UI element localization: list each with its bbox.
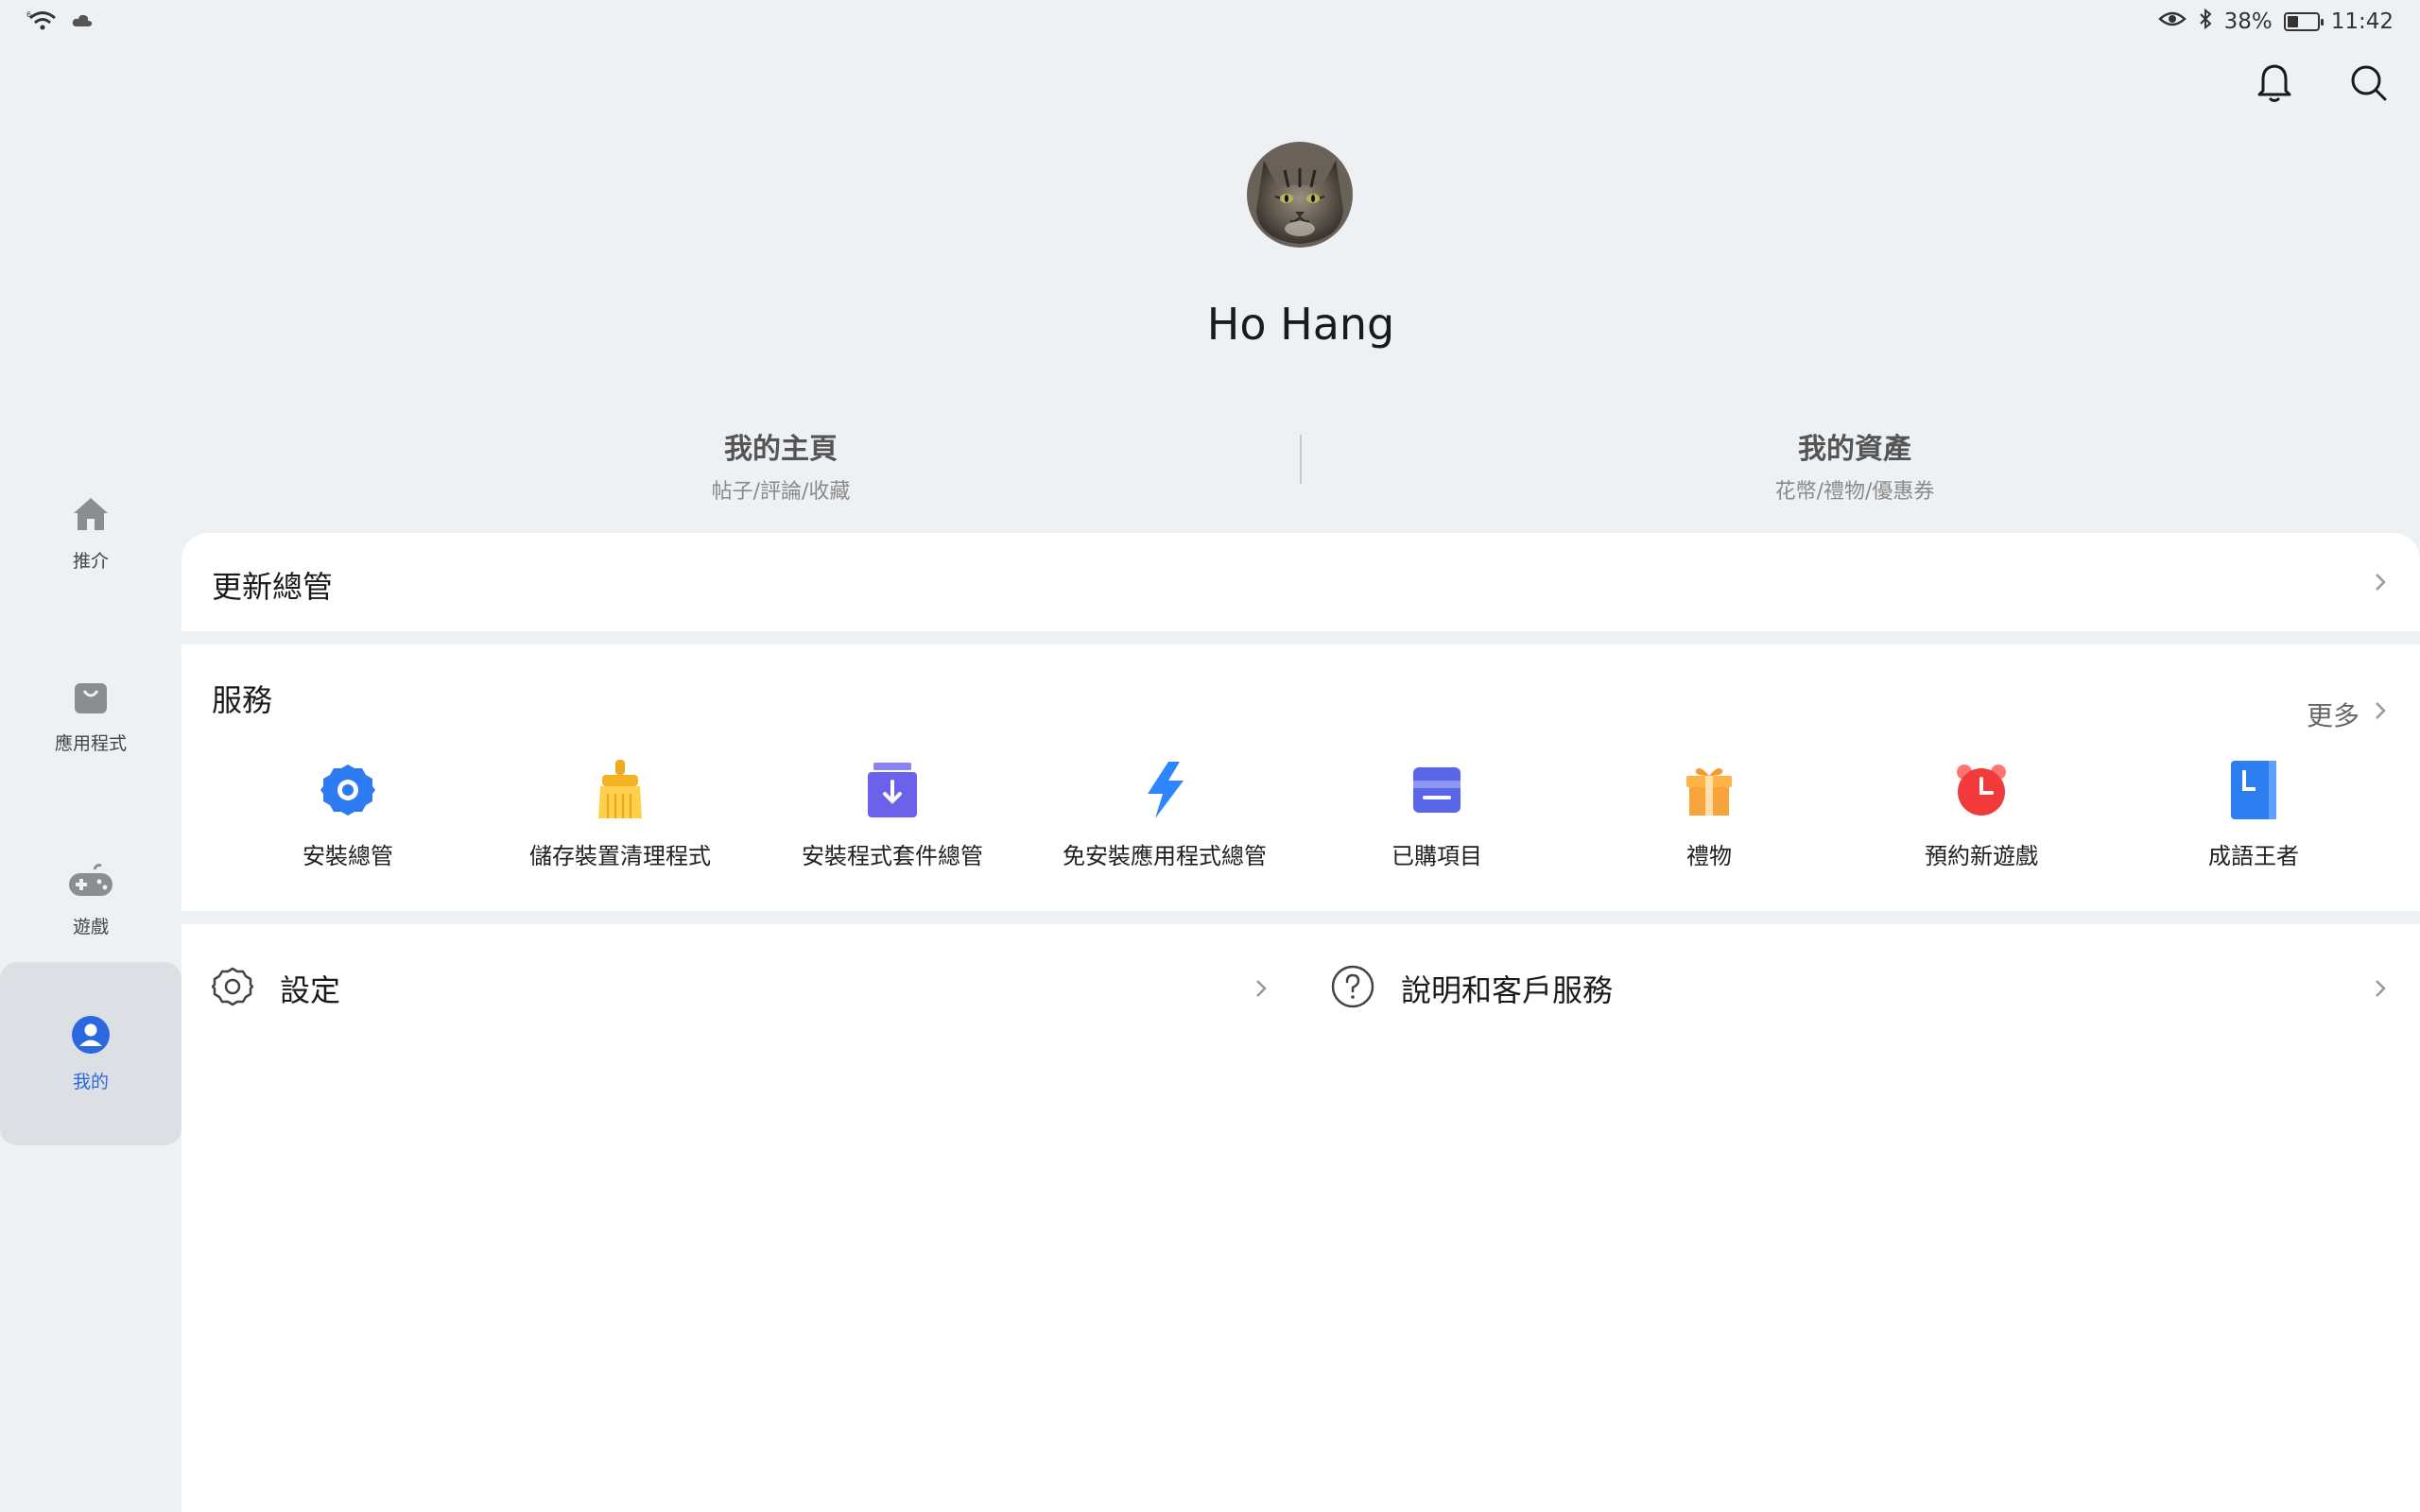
services-grid: 安裝總管 儲存裝置清理程式 安裝程式套件總管 免安裝應用程式總管 已購項目 禮物…	[212, 760, 2390, 870]
chevron-right-icon	[2376, 574, 2386, 591]
settings-label: 設定	[280, 972, 341, 1008]
service-purchased[interactable]: 已購項目	[1301, 760, 1573, 870]
bell-icon[interactable]	[2254, 62, 2295, 104]
gamepad-icon	[67, 862, 114, 903]
sidebar-item-label: 我的	[72, 1071, 109, 1092]
services-card: 服務 更多 安裝總管 儲存裝置清理程式 安裝程式套件總管 免安裝應用程式總管 已…	[182, 644, 2420, 911]
service-preorder-games[interactable]: 預約新遊戲	[1845, 760, 2118, 870]
service-gifts[interactable]: 禮物	[1573, 760, 1845, 870]
content-panel: 更新總管 服務 更多 安裝總管 儲存裝置清理程式 安裝程式套件總管 免安裝應用程…	[182, 533, 2420, 1512]
services-title: 服務	[212, 682, 273, 718]
update-manager-label: 更新總管	[212, 569, 334, 605]
clock-time: 11:42	[2330, 9, 2394, 34]
update-manager-row[interactable]: 更新總管	[182, 533, 2420, 631]
service-label: 安裝程式套件總管	[802, 843, 983, 869]
service-idiom-king[interactable]: 成語王者	[2118, 760, 2390, 870]
wallet-icon	[1407, 760, 1467, 820]
avatar[interactable]	[1247, 142, 1353, 248]
sidebar-item-label: 應用程式	[54, 732, 127, 754]
my-homepage-subtitle: 帖子/評論/收藏	[711, 480, 851, 504]
service-label: 免安裝應用程式總管	[1063, 843, 1267, 869]
service-label: 安裝總管	[302, 843, 393, 869]
my-assets-subtitle: 花幣/禮物/優惠券	[1774, 480, 1935, 504]
service-label: 預約新遊戲	[1925, 843, 2038, 869]
wifi-icon: 6	[26, 9, 59, 36]
service-instant-apps[interactable]: 免安裝應用程式總管	[1028, 760, 1301, 870]
my-assets-title: 我的資產	[1798, 433, 1911, 466]
person-icon	[71, 1015, 111, 1058]
search-icon[interactable]	[2348, 62, 2390, 104]
settings-card: 設定 說明和客戶服務	[182, 924, 2420, 1512]
shopping-bag-icon	[72, 679, 110, 720]
home-icon	[70, 494, 112, 538]
battery-percent: 38%	[2223, 9, 2273, 34]
book-icon	[2223, 760, 2284, 820]
sidebar-item-label: 推介	[72, 550, 109, 572]
status-bar: 6 38% 11:42	[0, 0, 2420, 45]
help-label: 說明和客戶服務	[1401, 972, 1614, 1008]
service-label: 禮物	[1686, 843, 1732, 869]
settings-icon	[211, 966, 254, 1011]
service-install-manager[interactable]: 安裝總管	[212, 760, 484, 870]
lightning-icon	[1134, 760, 1195, 820]
my-assets-link[interactable]: 我的資產 花幣/禮物/優惠券	[1335, 425, 2375, 505]
service-label: 成語王者	[2208, 843, 2299, 869]
chevron-right-icon[interactable]	[2371, 701, 2390, 720]
sidebar-item-mine[interactable]: 我的	[0, 962, 182, 1145]
main-content: Ho Hang 我的主頁 帖子/評論/收藏 我的資產 花幣/禮物/優惠券 更新總…	[182, 45, 2420, 1512]
svg-text:6: 6	[26, 10, 31, 19]
eye-icon	[2157, 9, 2187, 34]
more-link[interactable]: 更多	[2307, 696, 2360, 733]
my-homepage-link[interactable]: 我的主頁 帖子/評論/收藏	[261, 425, 1301, 505]
my-homepage-title: 我的主頁	[724, 433, 838, 466]
chevron-right-icon	[1256, 980, 1267, 997]
settings-row[interactable]: 設定	[211, 951, 1299, 1026]
gear-icon	[318, 760, 378, 820]
battery-icon	[2283, 12, 2324, 31]
sidebar-item-recommended[interactable]: 推介	[0, 442, 182, 624]
broom-icon	[590, 760, 650, 820]
service-storage-cleaner[interactable]: 儲存裝置清理程式	[484, 760, 756, 870]
service-label: 已購項目	[1392, 843, 1482, 869]
sidebar: 推介 應用程式 遊戲 我的	[0, 45, 182, 1512]
sidebar-item-apps[interactable]: 應用程式	[0, 626, 182, 807]
package-download-icon	[862, 760, 923, 820]
divider	[1300, 435, 1302, 484]
cloud-icon	[72, 13, 93, 32]
help-icon	[1331, 965, 1374, 1012]
header-actions	[2254, 62, 2390, 104]
chevron-right-icon	[2376, 980, 2386, 997]
alarm-clock-icon	[1951, 760, 2012, 820]
service-label: 儲存裝置清理程式	[529, 843, 711, 869]
service-package-manager[interactable]: 安裝程式套件總管	[756, 760, 1028, 870]
help-row[interactable]: 說明和客戶服務	[1331, 951, 2371, 1026]
gift-icon	[1679, 760, 1739, 820]
bluetooth-icon	[2198, 8, 2213, 36]
sidebar-item-label: 遊戲	[72, 916, 109, 937]
profile-name: Ho Hang	[1206, 299, 1395, 350]
